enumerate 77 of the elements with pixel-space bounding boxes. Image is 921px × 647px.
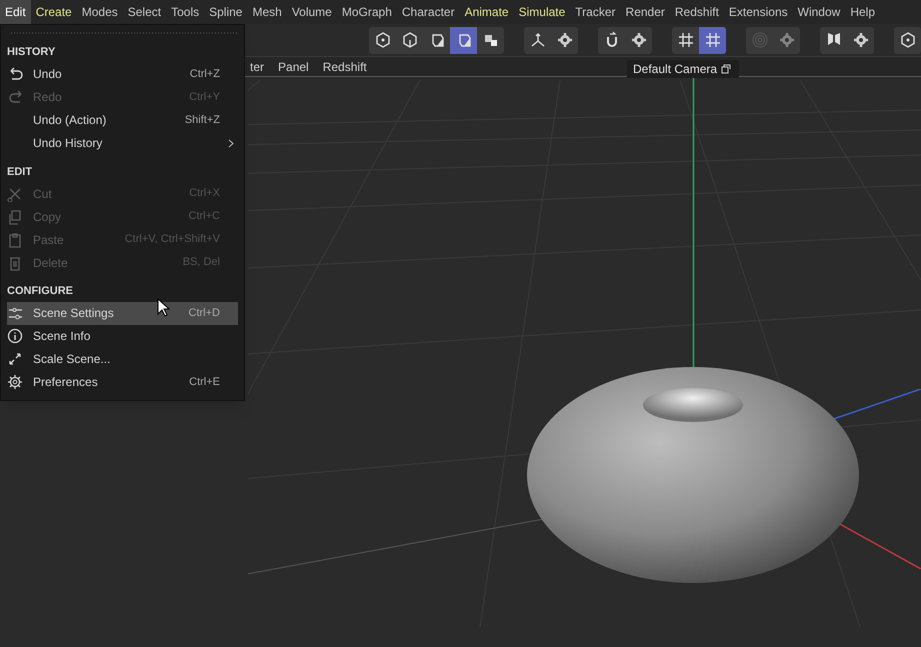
gear-icon: [778, 31, 796, 49]
hex-icon: [898, 31, 916, 49]
scissors-icon: [7, 186, 23, 202]
menu-item[interactable]: MoGraph: [336, 0, 397, 24]
redo-arrow-icon: [7, 89, 23, 105]
tear-off-handle[interactable]: [11, 31, 237, 35]
menu-item-label: Scene Info: [33, 328, 90, 345]
menu-section-heading: EDIT: [6, 164, 34, 180]
menu-item[interactable]: Spline: [204, 0, 248, 24]
menu-item[interactable]: Create: [30, 0, 77, 24]
menu-item-label: Cut: [33, 186, 52, 202]
menu-item[interactable]: Undo Ctrl+Z: [7, 62, 238, 86]
menu-item[interactable]: Scene Settings Ctrl+D: [7, 302, 238, 324]
diagonal-arrows-icon: [7, 351, 23, 367]
menu-item[interactable]: Volume: [286, 0, 337, 24]
menu-item[interactable]: Render: [620, 0, 670, 24]
mouse-cursor-icon: [157, 298, 170, 318]
shortcut-text: Shift+Z: [184, 112, 220, 128]
shortcut-text: BS, Del: [182, 255, 220, 270]
menu-item[interactable]: Undo History: [7, 132, 238, 154]
menu-item[interactable]: Undo (Action) Shift+Z: [7, 108, 238, 132]
menu-item[interactable]: Edit: [0, 0, 31, 24]
grid-icon: [704, 31, 722, 49]
gear-icon: [630, 31, 648, 49]
shortcut-text: Ctrl+E: [189, 374, 220, 390]
menu-item[interactable]: Character: [396, 0, 460, 24]
viewport-menu-item[interactable]: Panel: [278, 58, 309, 76]
camera-name: Default Camera: [633, 61, 718, 78]
menu-item[interactable]: Window: [792, 0, 846, 24]
gear-icon: [852, 31, 870, 49]
menu-item-label: Delete: [33, 254, 68, 272]
menu-item[interactable]: Mesh: [247, 0, 287, 24]
menu-item-label: Undo: [33, 66, 62, 83]
clipboard-icon: [7, 232, 23, 248]
rings-icon: [750, 31, 768, 49]
menu-item[interactable]: Tools: [166, 0, 204, 24]
menu-item[interactable]: Redshift: [670, 0, 724, 24]
hexagon-outline-icon: [400, 31, 418, 49]
sliders-icon: [7, 305, 23, 321]
shortcut-text: Ctrl+D: [188, 306, 220, 321]
menu-item-label: Undo History: [33, 135, 102, 152]
menu-item[interactable]: Modes: [76, 0, 123, 24]
camera-lock-icon: [721, 64, 734, 74]
menu-item[interactable]: Extensions: [724, 0, 793, 24]
gear-icon: [556, 31, 574, 49]
copy-icon: [7, 208, 23, 224]
menu-section-heading: CONFIGURE: [6, 284, 74, 299]
trash-icon: [7, 254, 23, 270]
info-icon: [7, 328, 23, 344]
shortcut-text: Ctrl+V, Ctrl+Shift+V: [124, 232, 220, 248]
cube-tool-button[interactable]: [450, 26, 477, 54]
hex-icon: [374, 31, 392, 49]
menu-item[interactable]: Tracker: [570, 0, 621, 24]
grid-icon: [676, 31, 694, 49]
menu-item-label: Preferences: [33, 374, 98, 391]
viewport-menu-item[interactable]: Redshift: [322, 58, 367, 76]
settings-icon: [7, 374, 23, 390]
menu-item-label: Undo (Action): [33, 112, 106, 129]
menu-section-heading: HISTORY: [6, 45, 56, 60]
grid-tool-button[interactable]: [699, 26, 726, 54]
menu-item-label: Scene Settings: [33, 305, 114, 322]
shortcut-text: Ctrl+C: [188, 209, 220, 224]
menu-item-label: Paste: [33, 232, 64, 248]
menu-item-label: Scale Scene...: [33, 351, 110, 368]
menu-item[interactable]: Preferences Ctrl+E: [7, 370, 238, 394]
menu-item[interactable]: Scale Scene...: [7, 348, 238, 370]
menu-item[interactable]: Simulate: [514, 0, 570, 24]
menu-item[interactable]: Help: [845, 0, 880, 24]
shortcut-text: Ctrl+Z: [190, 66, 220, 82]
menu-item[interactable]: Animate: [460, 0, 514, 24]
menu-item[interactable]: Scene Info: [7, 324, 238, 348]
menu-item-label: Redo: [33, 89, 62, 106]
viewport-menu-item[interactable]: ter: [250, 58, 264, 76]
shortcut-text: Ctrl+Y: [189, 90, 220, 105]
shortcut-text: Ctrl+X: [189, 186, 220, 202]
menu-item[interactable]: Select: [122, 0, 166, 24]
menu-item-label: Copy: [33, 208, 62, 226]
